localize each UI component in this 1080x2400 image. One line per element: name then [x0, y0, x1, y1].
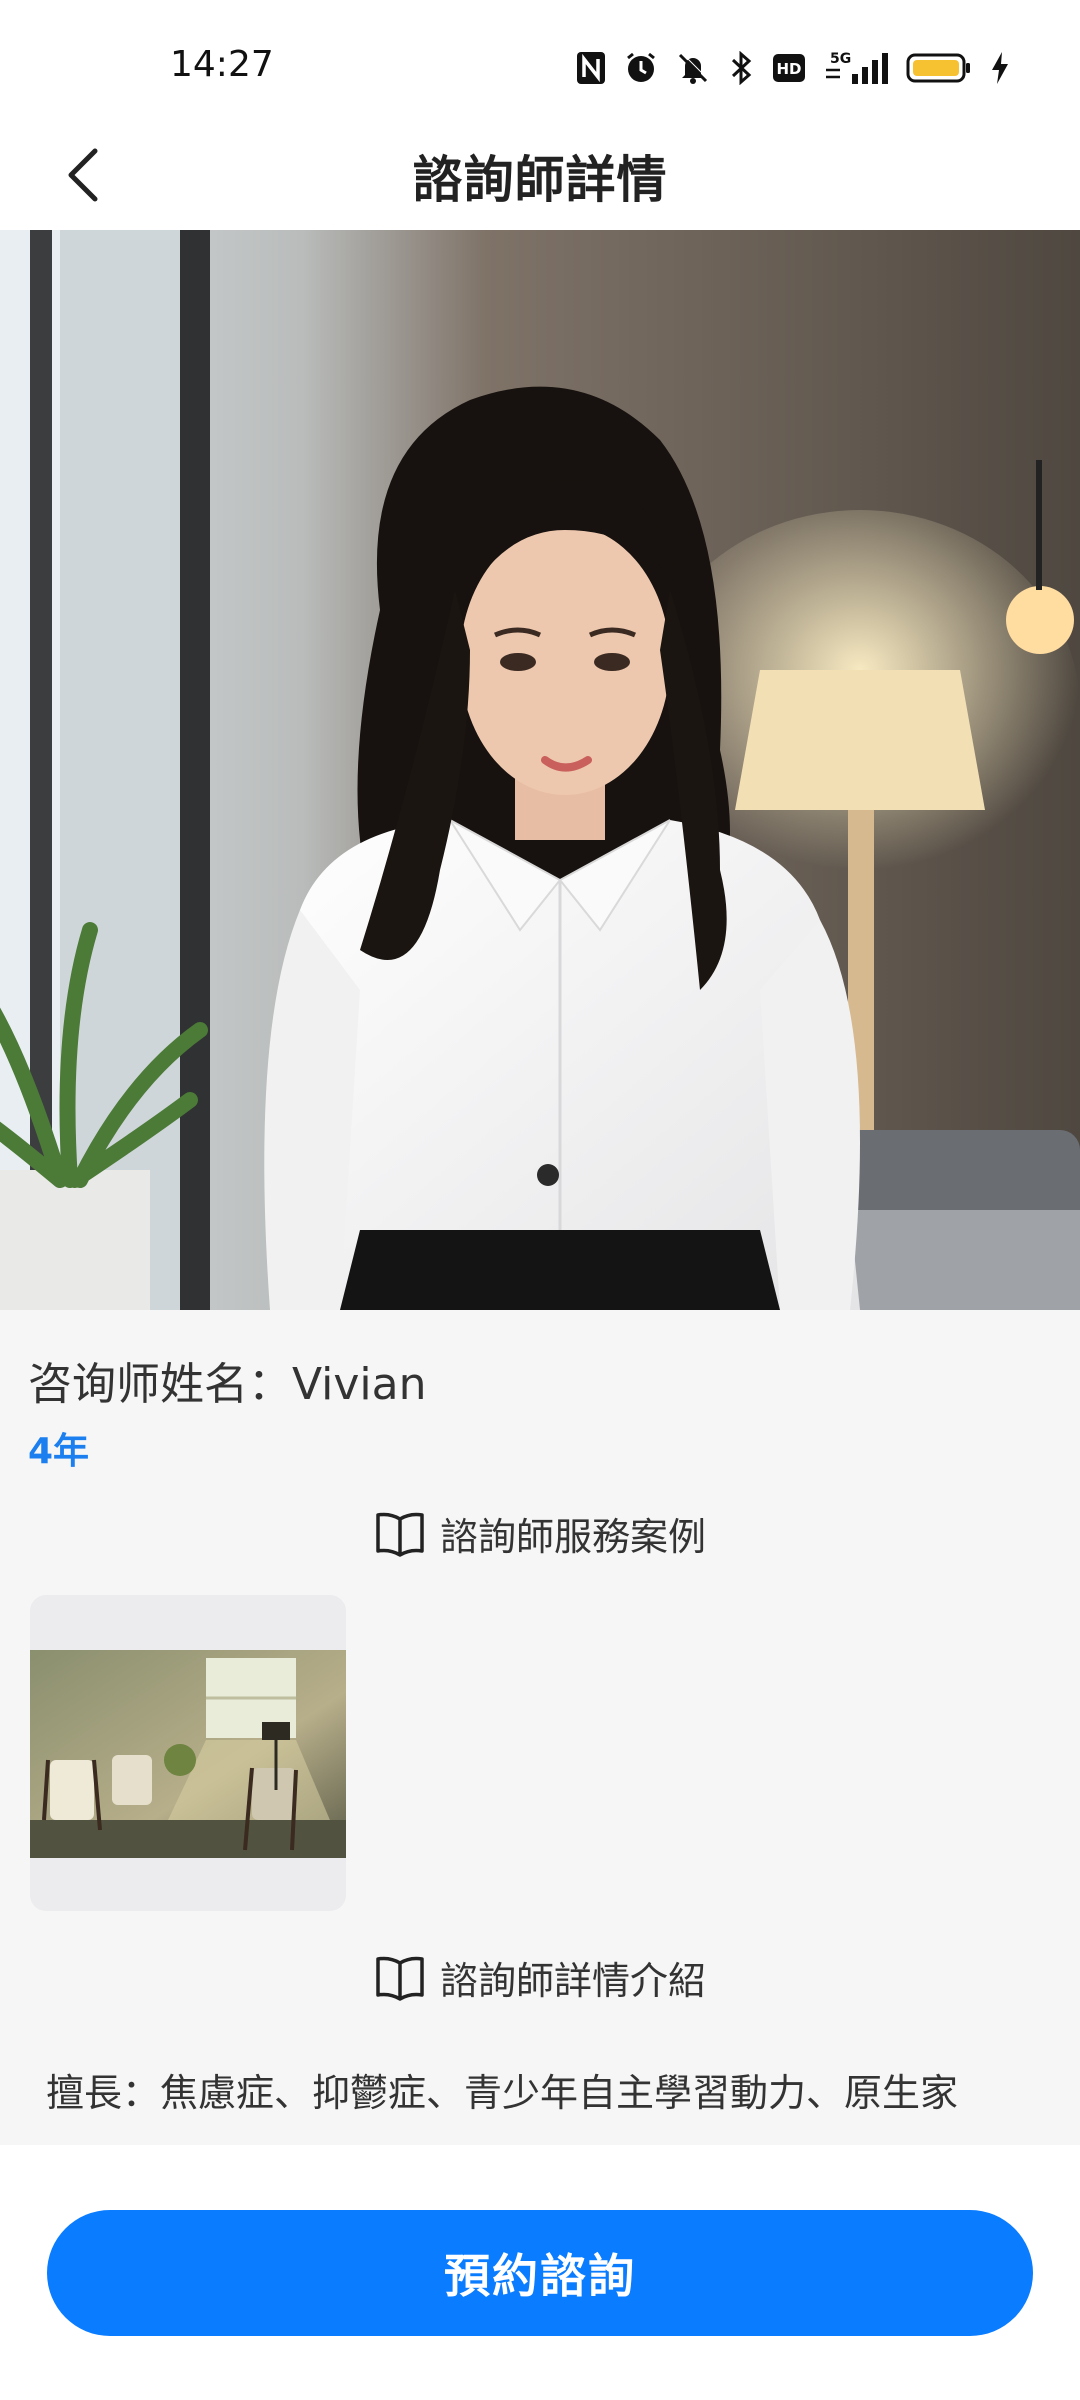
intro-heading: 諮詢師詳情介紹: [0, 1950, 1080, 2005]
book-consultation-button[interactable]: 預約諮詢: [47, 2210, 1033, 2336]
counselor-name-row: 咨询师姓名：Vivian: [28, 1348, 426, 1412]
svg-text:HD: HD: [776, 60, 801, 78]
service-cases-heading: 諮詢師服務案例: [0, 1506, 1080, 1561]
svg-text:5G: 5G: [830, 51, 851, 67]
service-cases-title: 諮詢師服務案例: [439, 1515, 706, 1559]
bottom-bar: 預約諮詢: [0, 2145, 1080, 2400]
alarm-icon: [624, 51, 658, 85]
intro-title: 諮詢師詳情介紹: [439, 1959, 706, 2003]
name-label: 咨询师姓名：: [28, 1359, 292, 1410]
status-icons: HD 5G: [576, 48, 1010, 88]
counselor-name: Vivian: [292, 1359, 427, 1410]
hd-icon: HD: [772, 53, 806, 83]
counselor-photo: [0, 230, 1080, 1310]
service-case-thumbnail: [30, 1650, 346, 1858]
header: 諮詢師詳情: [0, 120, 1080, 230]
experience-years: 4年: [28, 1431, 90, 1472]
book-icon: [376, 1956, 424, 2001]
nfc-icon: [576, 51, 606, 85]
status-bar: 14:27 HD 5G: [0, 0, 1080, 120]
mute-icon: [676, 51, 710, 85]
counselor-info: 咨询师姓名：Vivian 4年 諮詢師服務案例 諮詢師詳情介紹 擅長：焦慮症、抑…: [0, 1310, 1080, 2145]
bluetooth-icon: [728, 51, 754, 85]
status-time: 14:27: [170, 44, 274, 85]
charging-icon: [990, 51, 1010, 85]
book-icon: [376, 1512, 424, 1557]
service-case-card[interactable]: [30, 1595, 346, 1911]
specialty-text: 擅長：焦慮症、抑鬱症、青少年自主學習動力、原生家: [46, 2071, 959, 2115]
battery-icon: [906, 52, 972, 84]
page-title: 諮詢師詳情: [412, 151, 668, 209]
signal-5g-icon: 5G: [824, 50, 888, 86]
